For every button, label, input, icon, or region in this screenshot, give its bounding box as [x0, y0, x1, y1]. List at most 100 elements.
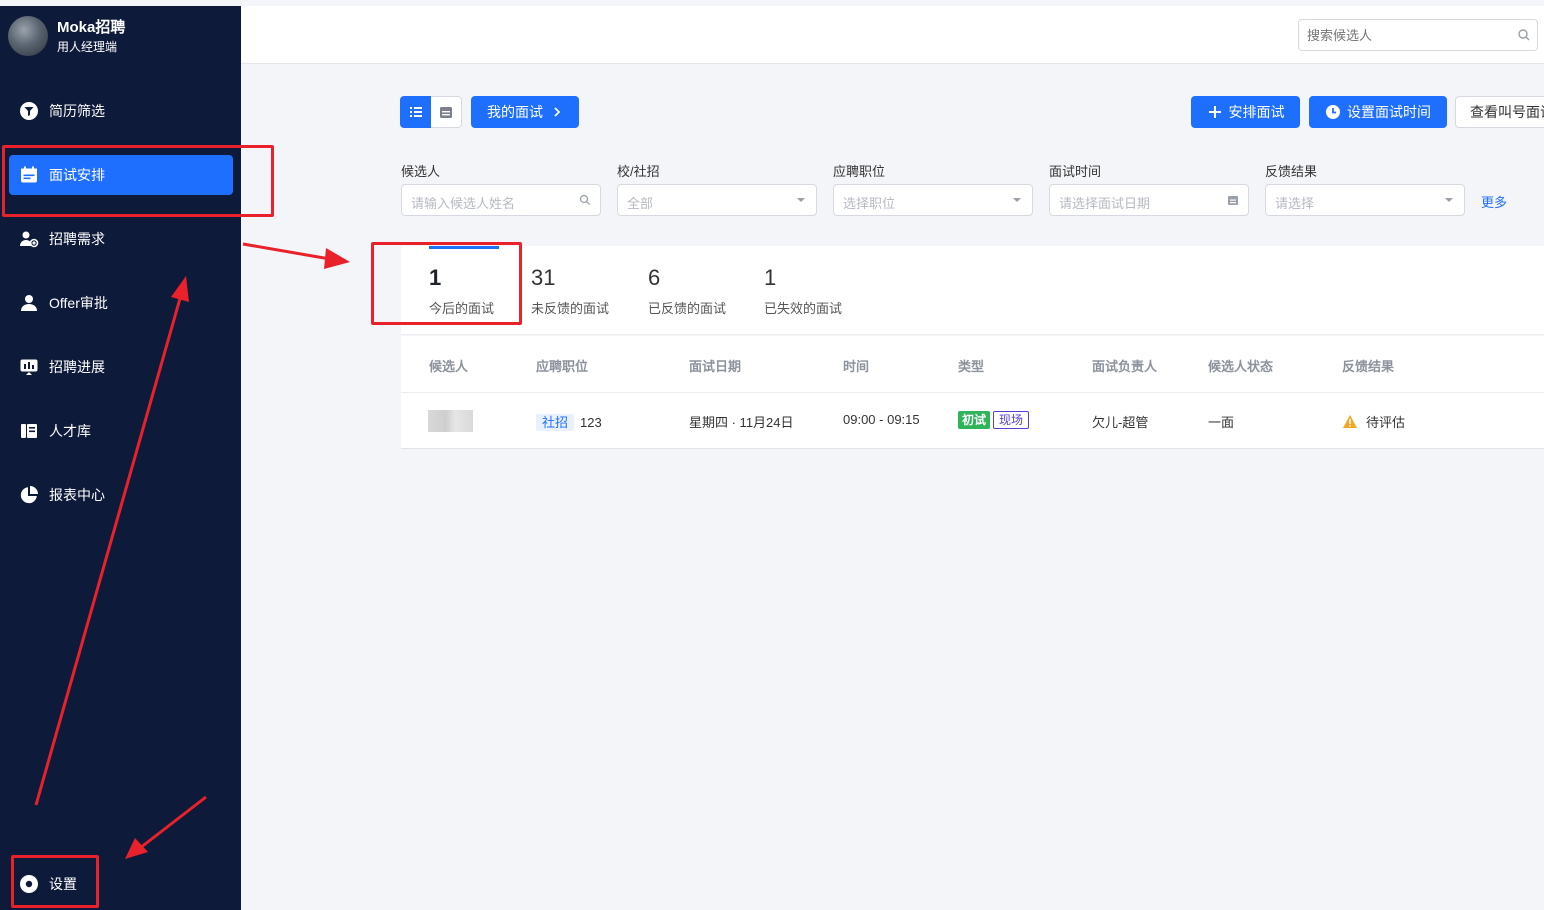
sidebar-item-label: 人才库: [49, 423, 91, 439]
sidebar-item-reports[interactable]: 报表中心: [9, 475, 233, 515]
arrange-interview-button[interactable]: 安排面试: [1191, 96, 1300, 128]
sidebar-item-resume-screening[interactable]: 简历筛选: [9, 91, 233, 131]
time-cell: 09:00 - 09:15: [843, 412, 920, 427]
candidate-name-blurred[interactable]: [428, 410, 473, 432]
filter-type-label: 校/社招: [617, 164, 660, 179]
column-header: 反馈结果: [1342, 359, 1395, 374]
caret-down-icon: [1013, 198, 1021, 202]
sidebar-item-label: 报表中心: [49, 487, 105, 503]
calendar-icon: [1228, 196, 1238, 205]
arrange-interview-label: 安排面试: [1228, 104, 1285, 120]
pie-chart-icon: [19, 485, 39, 505]
sidebar-item-talent-pool[interactable]: 人才库: [9, 411, 233, 451]
tab-expired-interviews[interactable]: 1 已失效的面试: [764, 246, 859, 335]
position-cell: 社招 123: [536, 412, 602, 431]
interview-date-picker[interactable]: 请选择面试日期: [1049, 184, 1249, 216]
call-number-interview-button[interactable]: 查看叫号面试: [1455, 96, 1544, 128]
position-placeholder: 选择职位: [843, 196, 896, 211]
feedback-select[interactable]: 请选择: [1265, 184, 1465, 216]
interview-table: 候选人 应聘职位 面试日期 时间 类型 面试负责人 候选人状态 反馈结果 社招 1…: [401, 336, 1544, 449]
column-header: 应聘职位: [536, 359, 589, 374]
stat-label: 已失效的面试: [764, 301, 843, 316]
candidate-name-input[interactable]: 请输入候选人姓名: [401, 184, 601, 216]
interview-date-placeholder: 请选择面试日期: [1059, 196, 1151, 211]
recruit-type-value: 全部: [627, 196, 654, 211]
arrow-to-upcoming-tab: [242, 242, 350, 269]
column-header: 候选人状态: [1208, 359, 1274, 374]
column-header: 时间: [843, 359, 870, 374]
round-tag: 初试: [958, 411, 991, 429]
my-interviews-button[interactable]: 我的面试: [471, 96, 579, 128]
column-header: 面试负责人: [1092, 359, 1158, 374]
active-tab-indicator: [429, 246, 499, 249]
column-header: 候选人: [429, 359, 469, 374]
recruit-type-select[interactable]: 全部: [617, 184, 817, 216]
type-cell: 初试 现场: [958, 411, 1030, 429]
tab-feedback-given[interactable]: 6 已反馈的面试: [648, 246, 743, 335]
stat-label: 未反馈的面试: [531, 301, 610, 316]
interview-stats-tabs: 1 今后的面试 31 未反馈的面试 6 已反馈的面试 1 已失效的面试: [401, 246, 1544, 335]
position-name: 123: [580, 415, 602, 430]
feedback-cell: 待评估: [1342, 412, 1405, 431]
filter-position-label: 应聘职位: [833, 164, 886, 179]
tab-upcoming-interviews[interactable]: 1 今后的面试: [429, 246, 509, 335]
sidebar-item-label: 简历筛选: [49, 103, 105, 119]
sidebar-item-recruiting-needs[interactable]: 招聘需求: [9, 219, 233, 259]
filter-icon: [19, 101, 39, 121]
calendar-icon: [19, 165, 39, 185]
list-icon: [409, 107, 422, 117]
warning-icon: [1343, 415, 1357, 428]
search-icon[interactable]: [1517, 28, 1531, 42]
brand[interactable]: Moka招聘 用人经理端: [8, 16, 125, 56]
avatar[interactable]: [8, 16, 48, 56]
talent-icon: [19, 421, 39, 441]
stat-count: 1: [764, 265, 777, 290]
my-interviews-label: 我的面试: [487, 104, 543, 120]
calendar-view-toggle[interactable]: [431, 96, 462, 128]
set-interview-time-label: 设置面试时间: [1347, 104, 1431, 120]
feedback-placeholder: 请选择: [1275, 196, 1315, 211]
sidebar-item-label: 面试安排: [49, 167, 105, 183]
position-select[interactable]: 选择职位: [833, 184, 1033, 216]
filter-feedback-label: 反馈结果: [1265, 164, 1318, 179]
sidebar-item-label: 招聘需求: [49, 231, 105, 247]
settings-icon: [19, 874, 39, 894]
sidebar-item-interview-schedule[interactable]: 面试安排: [9, 155, 233, 195]
sidebar-item-label: Offer审批: [49, 295, 108, 311]
sidebar-item-label: 设置: [49, 876, 77, 892]
stat-count: 31: [531, 265, 556, 290]
sidebar-item-recruiting-progress[interactable]: 招聘进展: [9, 347, 233, 387]
app-name: Moka招聘: [57, 18, 126, 36]
more-filters-link[interactable]: 更多: [1481, 192, 1507, 211]
chevron-right-icon: [554, 107, 561, 117]
set-interview-time-button[interactable]: 设置面试时间: [1309, 96, 1447, 128]
calendar-icon: [440, 107, 452, 118]
recruit-type-tag: 社招: [536, 414, 575, 431]
column-header: 类型: [958, 359, 985, 374]
list-view-toggle[interactable]: [400, 96, 431, 128]
call-number-label: 查看叫号面试: [1470, 104, 1544, 120]
progress-icon: [19, 357, 39, 377]
candidate-search-input[interactable]: [1298, 19, 1538, 51]
user-add-icon: [19, 229, 39, 249]
caret-down-icon: [797, 198, 805, 202]
search-icon: [579, 194, 590, 205]
candidate-name-placeholder: 请输入候选人姓名: [411, 196, 516, 211]
sidebar-item-label: 招聘进展: [49, 359, 105, 375]
stat-count: 6: [648, 265, 661, 290]
top-header: [241, 6, 1544, 64]
date-cell: 星期四 · 11月24日: [689, 415, 794, 430]
sidebar-item-offer-approval[interactable]: Offer审批: [9, 283, 233, 323]
stat-label: 今后的面试: [429, 301, 495, 316]
filter-time-label: 面试时间: [1049, 164, 1102, 179]
sidebar: Moka招聘 用人经理端 简历筛选 面试安排 招聘需求 Offer审批 招聘进展: [0, 6, 241, 910]
user-icon: [19, 293, 39, 313]
plus-icon: [1208, 106, 1221, 118]
status-cell: 一面: [1208, 415, 1235, 430]
sidebar-item-settings[interactable]: 设置: [9, 864, 233, 904]
stat-label: 已反馈的面试: [648, 301, 727, 316]
caret-down-icon: [1445, 198, 1453, 202]
mode-tag: 现场: [993, 411, 1030, 429]
stat-count: 1: [429, 265, 442, 290]
tab-pending-feedback[interactable]: 31 未反馈的面试: [531, 246, 626, 335]
